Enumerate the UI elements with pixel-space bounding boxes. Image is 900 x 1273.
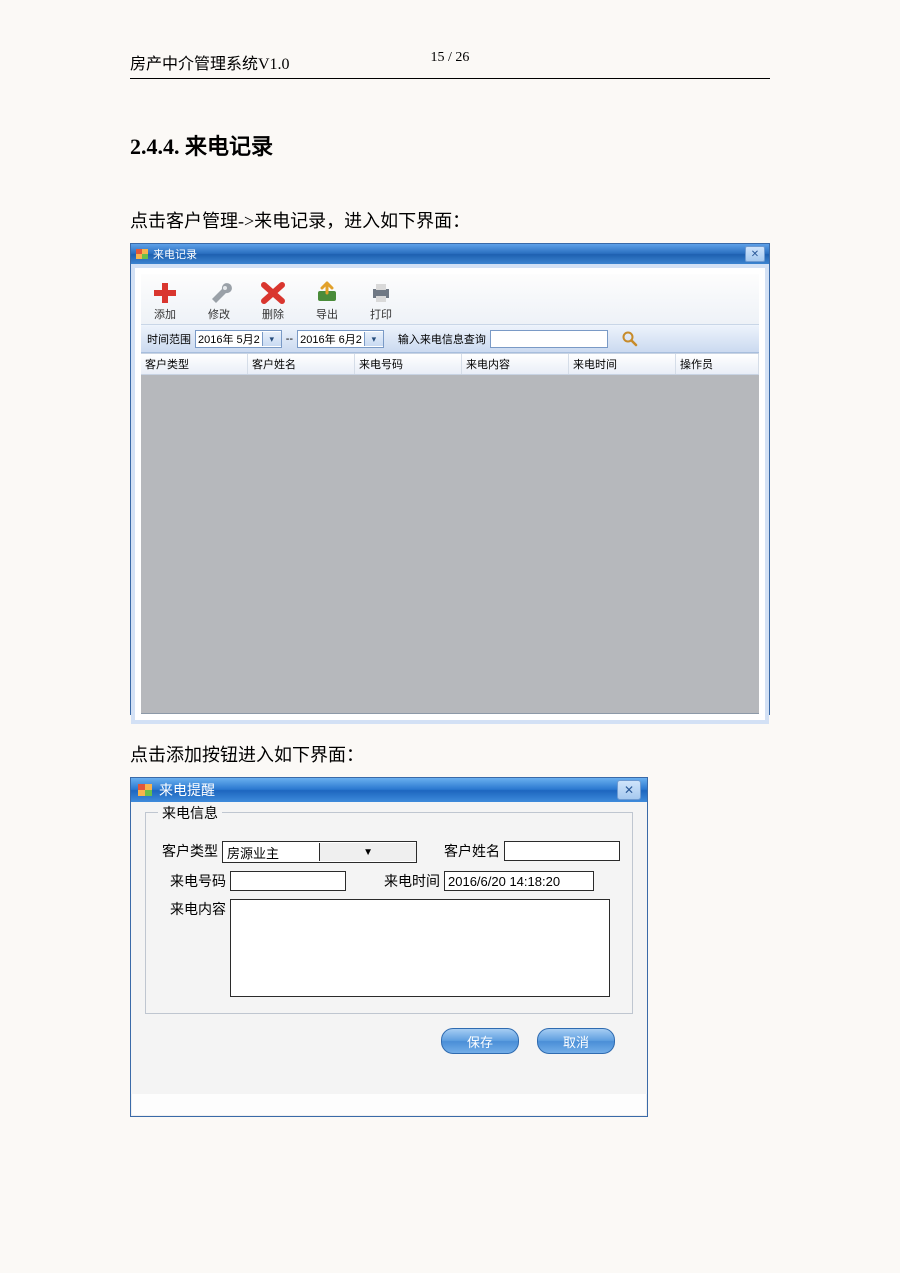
call-record-window: 来电记录 ✕ 添加 bbox=[130, 243, 770, 715]
call-info-fieldset: 来电信息 客户类型 房源业主 ▼ 客户姓名 来电号码 来电时间 bbox=[145, 812, 633, 1014]
window-titlebar: 来电提醒 ✕ bbox=[131, 778, 647, 802]
toolbar-label: 打印 bbox=[370, 306, 392, 322]
wrench-icon bbox=[205, 280, 233, 306]
date-to-picker[interactable]: 2016年 6月2 ▾ bbox=[297, 330, 384, 348]
chevron-down-icon: ▾ bbox=[262, 332, 281, 346]
edit-button[interactable]: 修改 bbox=[205, 280, 233, 322]
window-title: 来电提醒 bbox=[159, 780, 215, 800]
doc-header-title: 房产中介管理系统V1.0 bbox=[130, 50, 343, 74]
filter-bar: 时间范围 2016年 5月2 ▾ -- 2016年 6月2 ▾ 输入来电信息查询 bbox=[141, 325, 759, 353]
toolbar: 添加 修改 删除 bbox=[141, 274, 759, 325]
chevron-down-icon: ▼ bbox=[319, 843, 416, 861]
section-heading: 2.4.4. 来电记录 bbox=[130, 129, 770, 161]
save-button[interactable]: 保存 bbox=[441, 1028, 519, 1054]
x-icon bbox=[259, 280, 287, 306]
export-button[interactable]: 导出 bbox=[313, 280, 341, 322]
window-close-button[interactable]: ✕ bbox=[617, 780, 641, 800]
search-label: 输入来电信息查询 bbox=[398, 331, 486, 347]
col-phone[interactable]: 来电号码 bbox=[355, 354, 462, 374]
content-textarea[interactable] bbox=[230, 899, 610, 997]
phone-input[interactable] bbox=[230, 871, 346, 891]
col-customer-type[interactable]: 客户类型 bbox=[141, 354, 248, 374]
customer-type-select[interactable]: 房源业主 ▼ bbox=[222, 841, 417, 863]
col-operator[interactable]: 操作员 bbox=[676, 354, 759, 374]
plus-icon bbox=[151, 280, 179, 306]
export-icon bbox=[313, 280, 341, 306]
print-button[interactable]: 打印 bbox=[367, 280, 395, 322]
grid-header: 客户类型 客户姓名 来电号码 来电内容 来电时间 操作员 bbox=[141, 353, 759, 375]
col-content[interactable]: 来电内容 bbox=[462, 354, 569, 374]
toolbar-label: 修改 bbox=[208, 306, 230, 322]
window-titlebar: 来电记录 ✕ bbox=[131, 244, 769, 264]
label-customer-name: 客户姓名 bbox=[440, 841, 504, 861]
add-button[interactable]: 添加 bbox=[151, 280, 179, 322]
fieldset-legend: 来电信息 bbox=[158, 803, 222, 823]
customer-name-input[interactable] bbox=[504, 841, 620, 861]
section-title: 来电记录 bbox=[185, 134, 273, 159]
chevron-down-icon: ▾ bbox=[364, 332, 383, 346]
label-time: 来电时间 bbox=[372, 871, 444, 891]
search-icon bbox=[622, 331, 638, 347]
col-customer-name[interactable]: 客户姓名 bbox=[248, 354, 355, 374]
cancel-button[interactable]: 取消 bbox=[537, 1028, 615, 1054]
label-content: 来电内容 bbox=[158, 899, 230, 919]
time-input[interactable] bbox=[444, 871, 594, 891]
toolbar-label: 导出 bbox=[316, 306, 338, 322]
header-rule bbox=[130, 78, 770, 79]
search-input[interactable] bbox=[490, 330, 608, 348]
window-close-button[interactable]: ✕ bbox=[745, 246, 765, 262]
search-button[interactable] bbox=[622, 331, 638, 347]
section-number: 2.4.4. bbox=[130, 134, 180, 159]
toolbar-label: 添加 bbox=[154, 306, 176, 322]
delete-button[interactable]: 删除 bbox=[259, 280, 287, 322]
printer-icon bbox=[367, 280, 395, 306]
call-reminder-window: 来电提醒 ✕ 来电信息 客户类型 房源业主 ▼ 客户姓名 bbox=[130, 777, 648, 1117]
paragraph-2: 点击添加按钮进入如下界面： bbox=[130, 741, 770, 767]
app-icon bbox=[135, 248, 149, 260]
window-title: 来电记录 bbox=[153, 246, 197, 262]
date-range-sep: -- bbox=[286, 333, 293, 345]
grid-body-empty bbox=[141, 375, 759, 714]
label-customer-type: 客户类型 bbox=[158, 841, 222, 861]
customer-type-value: 房源业主 bbox=[223, 843, 319, 862]
close-icon: ✕ bbox=[624, 783, 634, 797]
app-icon bbox=[137, 783, 153, 797]
date-range-label: 时间范围 bbox=[147, 331, 191, 347]
paragraph-1: 点击客户管理->来电记录，进入如下界面： bbox=[130, 207, 770, 233]
date-from-picker[interactable]: 2016年 5月2 ▾ bbox=[195, 330, 282, 348]
col-time[interactable]: 来电时间 bbox=[569, 354, 676, 374]
doc-page-indicator: 15 / 26 bbox=[343, 50, 556, 74]
toolbar-label: 删除 bbox=[262, 306, 284, 322]
date-from-value: 2016年 5月2 bbox=[196, 331, 262, 347]
date-to-value: 2016年 6月2 bbox=[298, 331, 364, 347]
label-phone: 来电号码 bbox=[158, 871, 230, 891]
close-icon: ✕ bbox=[751, 249, 759, 260]
